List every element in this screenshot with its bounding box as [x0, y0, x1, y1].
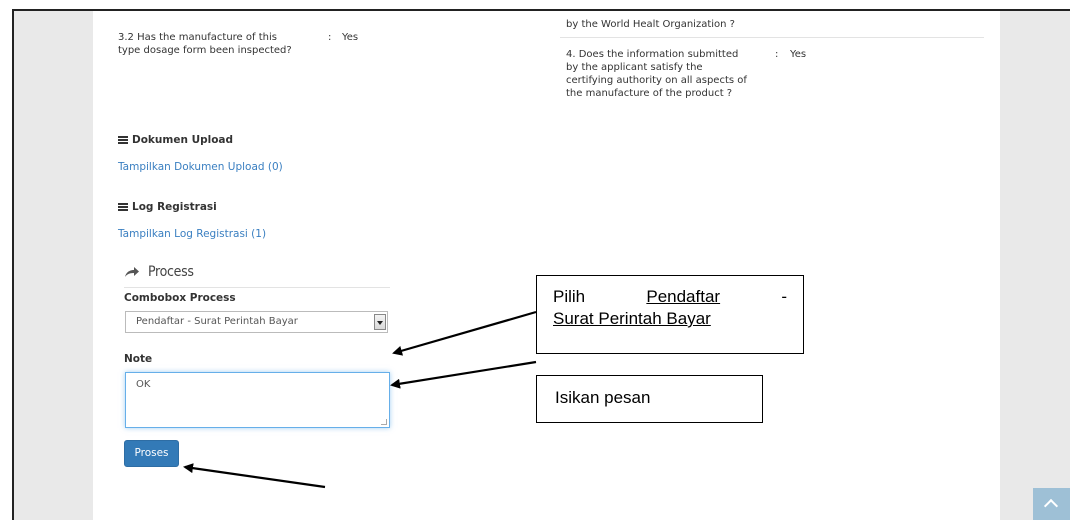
chevron-up-icon[interactable] — [1033, 488, 1070, 520]
screenshot-frame: by the World Healt Organization ? 3.2 Ha… — [0, 0, 1070, 520]
annotation-arrows — [183, 310, 537, 489]
arrow-to-note — [390, 360, 537, 389]
arrow-to-proses — [183, 463, 326, 489]
arrow-to-combobox — [392, 310, 537, 356]
